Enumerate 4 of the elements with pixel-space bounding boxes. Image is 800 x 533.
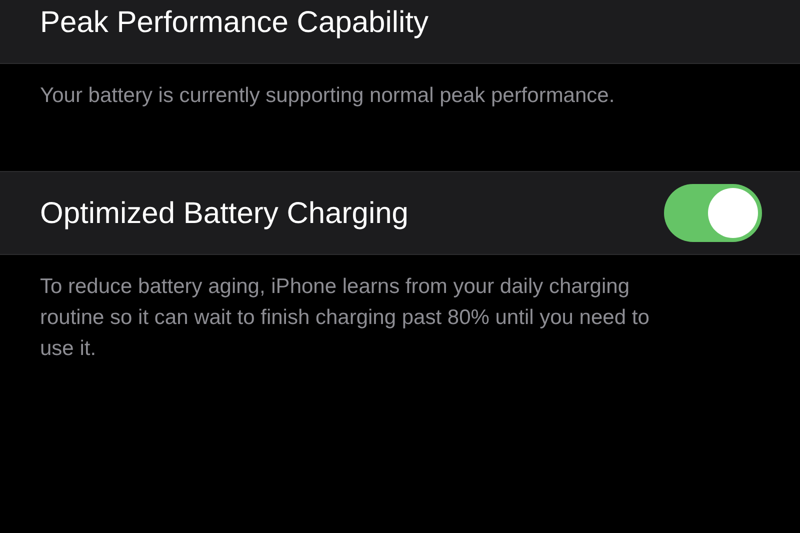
footer-description: To reduce battery aging, iPhone learns from your daily charging routine so it can wait to finish charging past 80% until you need to use it. — [39, 274, 650, 362]
footer-description: Your battery is currently supporting normal peak performance. — [39, 83, 616, 109]
row-title: Peak Performance Capability — [40, 5, 429, 41]
row-title: Optimized Battery Charging — [40, 196, 408, 232]
